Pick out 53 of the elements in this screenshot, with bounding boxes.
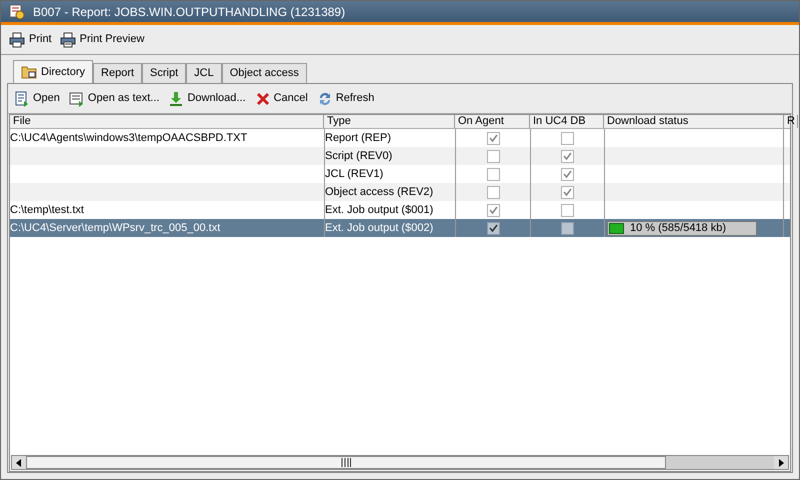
column-header[interactable]: Download status bbox=[604, 115, 784, 128]
tab[interactable]: Directory bbox=[13, 60, 94, 83]
window-title: B007 - Report: JOBS.WIN.OUTPUTHANDLING (1231389) bbox=[33, 4, 346, 20]
document-icon bbox=[14, 90, 30, 106]
table-cell-text: C:\UC4\Agents\windows3\tempOAACSBPD.TXT bbox=[10, 130, 248, 146]
column-header[interactable]: R bbox=[784, 115, 798, 128]
column-header[interactable]: Type bbox=[324, 115, 455, 128]
toolbar-button[interactable]: Cancel bbox=[254, 90, 308, 107]
toolbar-button[interactable]: Open bbox=[14, 90, 60, 107]
table-cell-text: Ext. Job output ($001) bbox=[325, 202, 434, 218]
table-cell-text: C:\temp\test.txt bbox=[10, 202, 84, 218]
checkbox[interactable] bbox=[561, 168, 574, 180]
checkbox[interactable] bbox=[486, 150, 500, 162]
table-cell-text: Object access (REV2) bbox=[325, 184, 434, 200]
checkbox[interactable] bbox=[486, 204, 500, 216]
checkbox[interactable] bbox=[561, 222, 574, 234]
checkbox[interactable] bbox=[561, 132, 574, 144]
column-header[interactable]: On Agent bbox=[455, 115, 530, 128]
checkbox[interactable] bbox=[486, 222, 500, 234]
checkbox[interactable] bbox=[561, 204, 574, 216]
checkbox[interactable] bbox=[486, 186, 500, 198]
close-icon bbox=[254, 90, 271, 106]
table-row[interactable]: Script (REV0) bbox=[10, 147, 790, 165]
toolbar-button[interactable]: Download... bbox=[168, 90, 246, 107]
checkbox[interactable] bbox=[561, 150, 574, 162]
toolbar-button[interactable]: Print bbox=[9, 31, 52, 48]
column-header[interactable]: In UC4 DB bbox=[530, 115, 604, 128]
toolbar-button[interactable]: Refresh bbox=[316, 90, 374, 107]
progress-text: 10 % (585/5418 kb) bbox=[630, 220, 726, 236]
checkbox[interactable] bbox=[486, 132, 500, 144]
tab[interactable]: Report bbox=[93, 63, 142, 83]
document-icon bbox=[68, 90, 85, 106]
table-row[interactable]: Object access (REV2) bbox=[10, 183, 790, 201]
toolbar-button[interactable]: Open as text... bbox=[68, 90, 160, 107]
table-cell-text: JCL (REV1) bbox=[325, 166, 384, 182]
column-header[interactable]: File bbox=[10, 115, 324, 128]
table-cell-text: Report (REP) bbox=[325, 130, 392, 146]
table-row[interactable]: C:\UC4\Server\temp\WPsrv_trc_005_00.txt Ext. Job output ($002) 10 % (585/5418 kb) bbox=[10, 219, 790, 237]
printer-icon bbox=[9, 32, 25, 48]
table-cell-text: C:\UC4\Server\temp\WPsrv_trc_005_00.txt bbox=[10, 220, 220, 236]
scrollbar-thumb[interactable] bbox=[26, 456, 666, 469]
tab[interactable]: JCL bbox=[186, 63, 222, 83]
print-preview-icon bbox=[60, 32, 76, 48]
table-cell-text: Script (REV0) bbox=[325, 148, 392, 164]
toolbar-button[interactable]: Print Preview bbox=[60, 31, 144, 48]
horizontal-scrollbar[interactable] bbox=[11, 455, 789, 470]
tab[interactable]: Object access bbox=[222, 63, 307, 83]
download-icon bbox=[168, 90, 184, 106]
folder-icon bbox=[21, 65, 37, 79]
checkbox[interactable] bbox=[561, 186, 574, 198]
tab[interactable]: Script bbox=[142, 63, 186, 83]
table-cell-text: Ext. Job output ($002) bbox=[325, 220, 434, 236]
checkbox[interactable] bbox=[486, 168, 500, 180]
